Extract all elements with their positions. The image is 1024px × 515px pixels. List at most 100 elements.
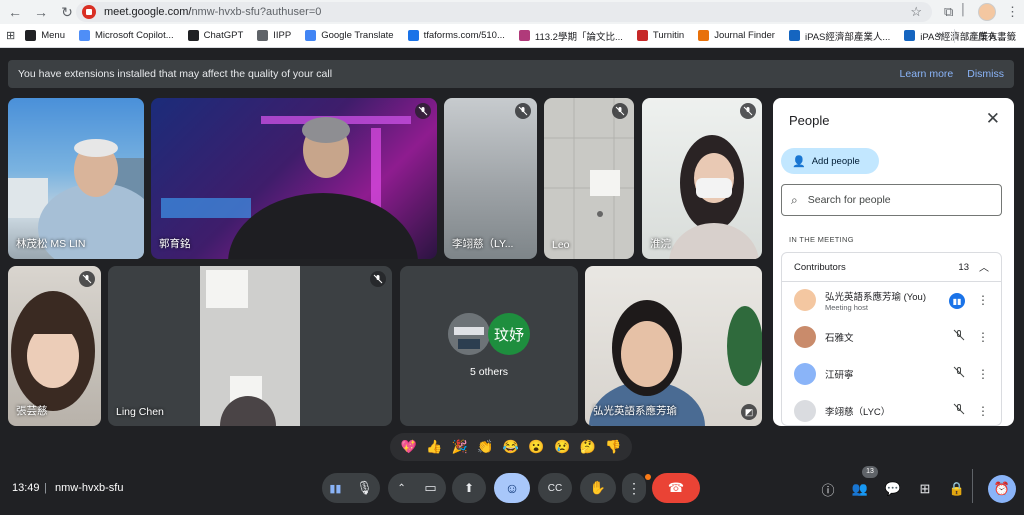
more-vert-icon[interactable]: ⋮ <box>977 367 989 381</box>
back-icon[interactable]: ← <box>4 1 26 23</box>
timer-icon[interactable]: ⏰ <box>988 475 1016 503</box>
chat-icon[interactable]: 💬 <box>883 479 903 499</box>
bookmark-item[interactable]: ChatGPT <box>187 30 243 41</box>
folder-icon: 🗀 <box>966 32 979 43</box>
profile-avatar[interactable] <box>978 3 996 21</box>
more-vert-icon[interactable]: ⋮ <box>977 293 989 307</box>
video-tile[interactable]: Leo <box>544 98 634 259</box>
reaction-emoji[interactable]: 👎 <box>605 439 621 455</box>
mic-control[interactable]: ▮▮ 🎙 <box>322 473 380 503</box>
mic-off-icon[interactable] <box>953 402 965 420</box>
search-placeholder: Search for people <box>807 194 891 206</box>
bookmark-favicon-icon <box>636 30 648 41</box>
close-icon[interactable]: ✕ <box>986 109 1000 129</box>
bookmark-item[interactable]: Microsoft Copilot... <box>78 30 174 41</box>
avatar <box>794 400 816 422</box>
add-person-icon: 👤 <box>792 155 806 168</box>
bookmark-label: Journal Finder <box>714 30 775 41</box>
bookmark-star-icon[interactable]: ☆ <box>910 4 922 20</box>
participant-name: 淮浣 <box>650 238 671 250</box>
participant-row[interactable]: 李翊慈（LYC） ⋮ <box>782 394 1001 425</box>
participant-name: 弘光英語系應芳瑜 <box>593 405 677 417</box>
bookmark-item[interactable]: Journal Finder <box>698 30 775 41</box>
participant-row-name: 江研寧 <box>825 370 854 381</box>
video-tile[interactable]: 弘光英語系應芳瑜 ◩ <box>585 266 762 426</box>
participant-video <box>200 266 300 426</box>
forward-icon[interactable]: → <box>30 1 52 23</box>
captions-button[interactable]: CC <box>538 473 572 503</box>
present-button[interactable]: ⬆ <box>452 473 486 503</box>
reaction-emoji[interactable]: 🎉 <box>452 439 468 455</box>
reaction-emoji[interactable]: 😮 <box>528 439 544 455</box>
video-tile[interactable]: 郭育銘 <box>151 98 437 259</box>
avatar <box>794 326 816 348</box>
self-view-icon[interactable]: ◩ <box>741 404 757 420</box>
participant-row[interactable]: 江研寧 ⋮ <box>782 357 1001 391</box>
participant-row-name: 石雅文 <box>825 333 854 344</box>
video-tile[interactable]: 淮浣 <box>642 98 762 259</box>
all-bookmarks-folder[interactable]: 🗀 所有書籤 <box>966 29 1016 46</box>
bookmark-item[interactable]: Menu <box>25 30 65 41</box>
camera-control[interactable]: ⌃ ▭ <box>388 473 446 503</box>
hand-icon: ✋ <box>589 480 607 495</box>
raise-hand-button[interactable]: ✋ <box>580 473 616 503</box>
chevron-up-icon[interactable]: ︿ <box>979 259 989 274</box>
separator: | <box>44 482 47 494</box>
more-vert-icon[interactable]: ⋮ <box>977 330 989 344</box>
captions-icon: CC <box>547 482 563 494</box>
reaction-emoji[interactable]: 💖 <box>401 439 417 455</box>
url-host: meet.google.com/ <box>104 6 192 18</box>
microphone-icon: 🎙 <box>356 480 373 495</box>
reactions-button[interactable]: ☺ <box>494 473 530 503</box>
video-tile[interactable]: 張芸慈 <box>8 266 101 426</box>
participant-name: 郭育銘 <box>159 238 191 250</box>
participant-row[interactable]: 弘光英語系應芳瑜 (You) Meeting host ▮▮ ⋮ <box>782 283 1001 317</box>
participant-video <box>8 139 144 259</box>
mic-off-icon[interactable] <box>953 328 965 346</box>
camera-icon: ▭ <box>424 480 437 495</box>
extension-warning-banner: You have extensions installed that may a… <box>8 60 1014 88</box>
participant-row-name: 李翊慈（LYC） <box>825 407 891 418</box>
more-options-button[interactable]: ⋮ <box>622 473 646 503</box>
speaking-indicator-icon[interactable]: ▮▮ <box>949 291 965 310</box>
reaction-emoji[interactable]: 👏 <box>477 439 493 455</box>
bookmark-item[interactable]: IIPP <box>257 30 291 41</box>
bookmark-label: Google Translate <box>321 30 394 41</box>
bookmark-item[interactable]: Google Translate <box>305 30 394 41</box>
participant-name: 林茂松 MS LIN <box>16 238 86 250</box>
bookmark-item[interactable]: Turnitin <box>636 30 684 41</box>
add-people-button[interactable]: 👤 Add people <box>781 148 879 174</box>
apps-grid-icon[interactable]: ⊞ <box>6 29 15 42</box>
people-icon[interactable]: 👥 <box>850 479 870 499</box>
reaction-emoji[interactable]: 😢 <box>554 439 570 455</box>
host-controls-icon[interactable]: 🔒 <box>947 479 967 499</box>
more-vert-icon[interactable]: ⋮ <box>977 404 989 418</box>
mic-off-icon[interactable] <box>953 365 965 383</box>
bookmark-favicon-icon <box>25 30 37 41</box>
browser-toolbar: ← → ↻ meet.google.com/nmw-hvxb-sfu?authu… <box>0 0 1024 24</box>
activities-icon[interactable]: ⊞ <box>915 479 935 499</box>
video-tile[interactable]: 李翊慈（LY... <box>444 98 537 259</box>
bookmark-item[interactable]: 113.2學期「論文比... <box>518 29 623 43</box>
others-tile[interactable]: 玟妤 5 others <box>400 266 578 426</box>
participant-row[interactable]: 石雅文 ⋮ <box>782 320 1001 354</box>
video-tile[interactable]: Ling Chen <box>108 266 392 426</box>
bookmarks-more-icon[interactable]: » <box>936 29 942 41</box>
video-tile[interactable]: 林茂松 MS LIN <box>8 98 144 259</box>
reaction-emoji[interactable]: 🤔 <box>580 439 596 455</box>
learn-more-link[interactable]: Learn more <box>900 68 954 80</box>
reaction-emoji[interactable]: 😂 <box>503 439 519 455</box>
search-people-input[interactable]: ⌕ Search for people <box>781 184 1002 216</box>
reload-icon[interactable]: ↻ <box>56 1 78 23</box>
dismiss-button[interactable]: Dismiss <box>967 68 1004 80</box>
bookmark-item[interactable]: iPAS經濟部產業人... <box>788 29 890 43</box>
menu-icon[interactable]: ⋮ <box>1006 4 1019 20</box>
bookmark-item[interactable]: tfaforms.com/510... <box>407 30 505 41</box>
meeting-info-icon[interactable]: ⓘ <box>818 479 838 499</box>
address-bar[interactable]: meet.google.com/nmw-hvxb-sfu?authuser=0 … <box>76 2 932 22</box>
extensions-icon[interactable]: ⧉ <box>944 4 953 20</box>
other-participant-avatar <box>448 313 490 355</box>
all-bookmarks-label: 所有書籤 <box>978 32 1017 43</box>
reaction-emoji[interactable]: 👍 <box>426 439 442 455</box>
leave-call-button[interactable]: ☎ <box>652 473 700 503</box>
